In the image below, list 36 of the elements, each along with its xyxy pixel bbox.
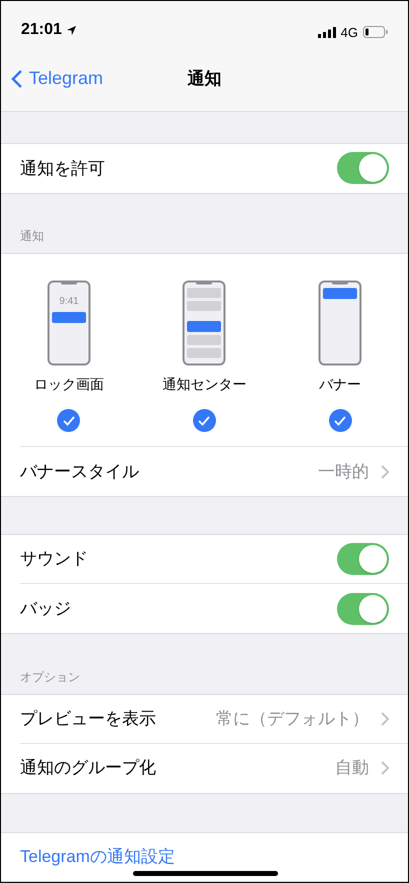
section-header: 通知 [20, 228, 44, 246]
location-arrow-icon [66, 24, 77, 36]
checkmark-icon [198, 416, 210, 426]
row-label: プレビューを表示 [20, 708, 157, 730]
style-checkbox[interactable] [328, 409, 352, 432]
status-time: 21:01 [21, 20, 62, 40]
network-label: 4G [340, 24, 358, 42]
chevron-icon [381, 712, 389, 726]
phone-drawing: 9:41 [46, 280, 91, 366]
back-chevron-icon [11, 68, 23, 88]
row-label: 通知のグループ化 [20, 757, 157, 780]
style-label: 通知センター [162, 375, 246, 394]
chevron-icon [381, 761, 389, 776]
section-header: オプション [20, 668, 80, 686]
signal-icon [318, 26, 336, 38]
checkmark-icon [334, 416, 346, 426]
page-title: 通知 [188, 68, 222, 90]
row-label: サウンド [20, 548, 89, 570]
battery-icon [363, 26, 388, 38]
row-value: 常に（デフォルト） [216, 708, 369, 730]
row-label: バナースタイル [20, 461, 140, 484]
back-button[interactable]: Telegram [11, 65, 104, 92]
row-value: 一時的 [318, 461, 369, 484]
toggle-switch[interactable] [337, 543, 389, 576]
style-label: ロック画面 [34, 375, 104, 394]
row-value: 自動 [335, 757, 369, 780]
chevron-icon [381, 464, 389, 479]
toggle-switch[interactable] [337, 152, 389, 184]
settings-link[interactable]: Telegramの通知設定 [20, 844, 175, 870]
toggle-switch[interactable] [337, 592, 389, 625]
row-label: バッジ [20, 598, 72, 620]
style-checkbox[interactable] [192, 409, 216, 432]
style-checkbox[interactable] [57, 409, 80, 432]
checkmark-icon [62, 416, 75, 426]
row-label: 通知を許可 [20, 158, 106, 180]
style-label: バナー [319, 375, 362, 394]
